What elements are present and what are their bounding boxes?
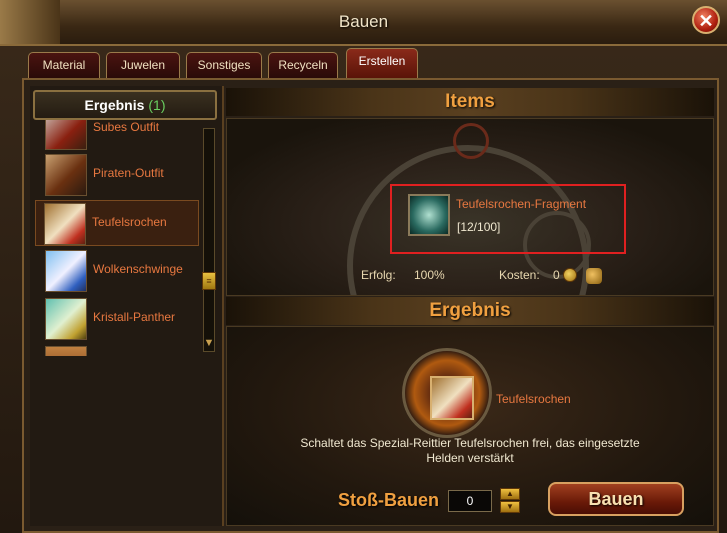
mount-icon <box>45 298 87 340</box>
list-item-partial[interactable] <box>37 344 201 356</box>
teufelsrochen-icon[interactable] <box>430 376 474 420</box>
list-item-label: Teufelsrochen <box>92 215 167 229</box>
gold-bag-icon[interactable] <box>586 268 602 284</box>
title-bar: Bauen <box>0 0 727 46</box>
mount-icon <box>45 346 87 356</box>
outfit-icon <box>45 120 87 150</box>
items-section-title: Items <box>226 88 714 116</box>
success-label: Erfolg: <box>361 268 396 282</box>
cost-label: Kosten: <box>499 268 540 282</box>
result-list-title: Ergebnis <box>84 97 145 113</box>
tab-bar: Material Juwelen Sonstiges Recyceln Erst… <box>22 46 719 78</box>
material-name: Teufelsrochen-Fragment <box>456 197 587 211</box>
result-item-name: Teufelsrochen <box>496 392 571 406</box>
arrow-up-icon: ▲ <box>506 489 514 498</box>
list-item-kristall-panther[interactable]: Kristall-Panther <box>37 296 201 342</box>
material-count: [12/100] <box>457 220 501 234</box>
arrow-down-icon: ▼ <box>506 502 514 511</box>
list-item-label: Piraten-Outfit <box>93 166 164 180</box>
list-item-label: Wolkenschwinge <box>93 262 183 276</box>
gold-coin-icon <box>563 268 577 282</box>
tab-recyceln[interactable]: Recyceln <box>268 52 338 78</box>
list-item-piraten-outfit[interactable]: Piraten-Outfit <box>37 152 201 198</box>
list-item-teufelsrochen[interactable]: Teufelsrochen <box>35 200 199 246</box>
result-description-line2: Helden verstärkt <box>426 451 514 465</box>
batch-quantity-input[interactable] <box>448 490 492 512</box>
mount-icon <box>44 203 86 245</box>
window-title: Bauen <box>338 12 389 31</box>
batch-build-label: Stoß-Bauen <box>338 490 439 510</box>
scrollbar-track[interactable] <box>203 128 215 352</box>
quantity-increase-button[interactable]: ▲ <box>500 488 520 500</box>
result-list-header: Ergebnis (1) <box>33 90 217 120</box>
result-list-count: (1) <box>148 97 166 113</box>
result-section-title: Ergebnis <box>226 297 714 325</box>
recipe-list[interactable]: Subes Outfit Piraten-Outfit Teufelsroche… <box>33 120 201 356</box>
scroll-down-button[interactable]: ▼ <box>200 336 218 350</box>
tab-erstellen[interactable]: Erstellen <box>346 48 418 78</box>
outfit-icon <box>45 154 87 196</box>
recipe-list-panel: Ergebnis (1) Subes Outfit Piraten-Outfit … <box>30 86 224 526</box>
build-button[interactable]: Bauen <box>548 482 684 516</box>
mount-icon <box>45 250 87 292</box>
quantity-decrease-button[interactable]: ▼ <box>500 501 520 513</box>
chevron-down-icon: ▼ <box>203 337 215 349</box>
scrollbar-thumb[interactable]: ≡ <box>202 272 216 290</box>
close-button[interactable]: ✕ <box>692 6 720 34</box>
list-item-label: Subes Outfit <box>93 120 160 134</box>
cost-value: 0 <box>553 268 560 282</box>
close-icon: ✕ <box>698 11 714 31</box>
tab-juwelen[interactable]: Juwelen <box>106 52 180 78</box>
tab-material[interactable]: Material <box>28 52 100 78</box>
tab-sonstiges[interactable]: Sonstiges <box>186 52 262 78</box>
list-item-subes-outfit[interactable]: Subes Outfit <box>37 120 201 152</box>
list-item-label: Kristall-Panther <box>93 310 176 324</box>
list-item-wolkenschwinge[interactable]: Wolkenschwinge <box>37 248 201 294</box>
result-description: Schaltet das Spezial-Reittier Teufelsroc… <box>280 436 660 466</box>
fragment-icon[interactable] <box>408 194 450 236</box>
ornament-emblem <box>453 123 489 159</box>
success-value: 100% <box>414 268 445 282</box>
result-description-line1: Schaltet das Spezial-Reittier Teufelsroc… <box>300 436 640 450</box>
